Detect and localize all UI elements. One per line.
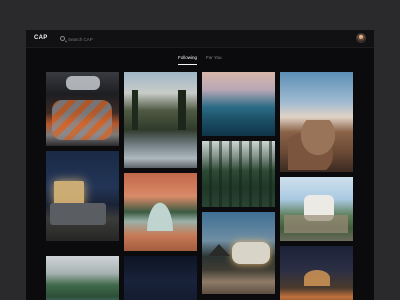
photo-sleeping-bag-car[interactable]	[46, 72, 119, 146]
photo-starry-sky[interactable]	[124, 256, 197, 300]
tab-for-you[interactable]: For You	[206, 55, 222, 60]
photo-meadow-camp[interactable]	[280, 177, 353, 241]
photo-mountain-lake[interactable]	[46, 256, 119, 300]
photo-campfire-night[interactable]	[280, 246, 353, 300]
search-input[interactable]	[68, 34, 168, 44]
photo-airstream-trailer[interactable]	[202, 212, 275, 294]
top-navigation-bar: CAP	[26, 30, 374, 48]
active-tab-indicator	[178, 64, 197, 65]
app-window: CAP Following For You	[26, 30, 374, 300]
tab-following[interactable]: Following	[178, 55, 197, 60]
search-bar[interactable]	[56, 33, 176, 45]
feed-tabs: Following For You	[26, 52, 374, 66]
search-icon	[60, 36, 65, 41]
photo-rooftop-tent-night[interactable]	[46, 151, 119, 241]
photo-forest-river[interactable]	[124, 72, 197, 168]
photo-tent-view[interactable]	[124, 173, 197, 251]
photo-ocean-waves[interactable]	[202, 72, 275, 136]
user-avatar[interactable]	[356, 33, 366, 43]
app-logo[interactable]: CAP	[34, 35, 48, 41]
photo-pine-forest[interactable]	[202, 141, 275, 207]
photo-rocky-cliffs[interactable]	[280, 72, 353, 172]
